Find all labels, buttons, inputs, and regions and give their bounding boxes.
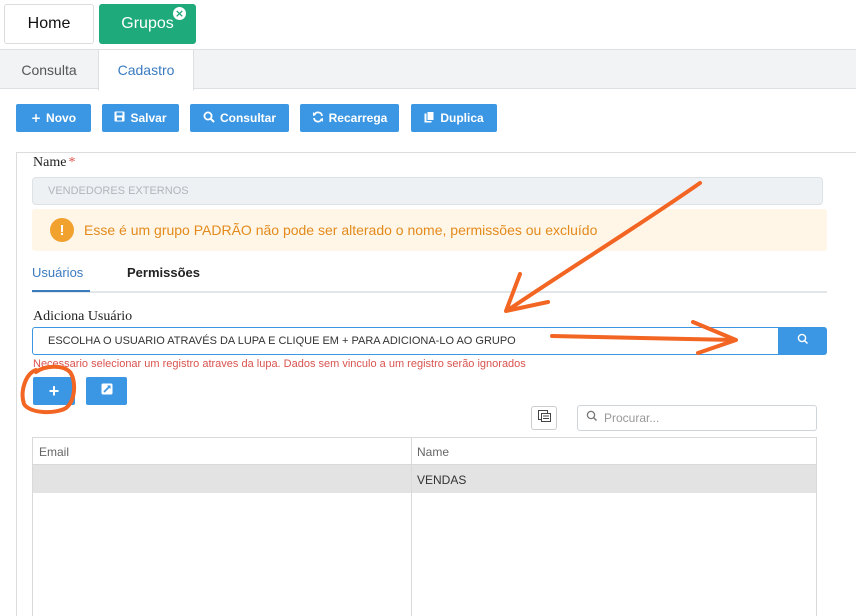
add-user-label: + <box>48 380 60 401</box>
duplica-label: Duplica <box>440 111 484 125</box>
lookup-hint-text: Necessario selecionar um registro atrave… <box>33 358 526 370</box>
tab-consulta[interactable]: Consulta <box>0 49 98 90</box>
name-field-value: VENDEDORES EXTERNOS <box>48 185 189 197</box>
tab-consulta-label: Consulta <box>21 61 77 78</box>
search-icon <box>586 409 598 427</box>
salvar-button[interactable]: Salvar <box>102 104 179 132</box>
warning-text: Esse é um grupo PADRÃO não pode ser alte… <box>84 222 598 238</box>
section-tab-bar: Consulta Cadastro <box>0 49 856 91</box>
edit-icon <box>101 382 113 400</box>
lookup-search-button[interactable] <box>778 327 827 355</box>
novo-label: Novo <box>46 111 77 125</box>
user-lookup-value: ESCOLHA O USUARIO ATRAVÉS DA LUPA E CLIQ… <box>48 335 516 347</box>
consultar-button[interactable]: Consultar <box>190 104 289 132</box>
required-marker: * <box>68 155 76 170</box>
column-header-email[interactable]: Email <box>39 445 69 459</box>
tab-grupos-label: Grupos <box>121 15 174 32</box>
save-icon <box>114 111 125 125</box>
warning-alert: ! Esse é um grupo PADRÃO não pode ser al… <box>32 209 827 251</box>
tab-cadastro[interactable]: Cadastro <box>98 49 194 91</box>
add-user-button[interactable]: + <box>33 377 75 405</box>
tab-usuarios[interactable]: Usuários <box>32 265 90 292</box>
users-grid: Email Name VENDAS <box>32 437 817 616</box>
copy-icon <box>424 110 435 126</box>
tab-permissoes-label: Permissões <box>127 265 200 280</box>
search-icon <box>797 332 809 350</box>
tab-grupos[interactable]: Grupos × <box>99 4 196 44</box>
name-label-text: Name <box>33 155 67 170</box>
name-field[interactable]: VENDEDORES EXTERNOS <box>32 177 823 205</box>
form-tabs: Usuários Permissões <box>32 262 827 293</box>
columns-icon <box>537 409 551 427</box>
grid-search-input[interactable]: Procurar... <box>577 405 817 431</box>
refresh-icon <box>312 111 324 126</box>
search-icon <box>203 111 215 126</box>
app-tab-bar: Home Grupos × <box>0 0 856 48</box>
user-lookup-field[interactable]: ESCOLHA O USUARIO ATRAVÉS DA LUPA E CLIQ… <box>32 327 779 355</box>
consultar-label: Consultar <box>219 111 276 125</box>
name-label: Name * <box>33 155 75 171</box>
tab-permissoes[interactable]: Permissões <box>127 265 200 280</box>
cell-name: VENDAS <box>417 473 467 487</box>
grid-header: Email Name <box>33 438 816 465</box>
recarrega-button[interactable]: Recarrega <box>300 104 399 132</box>
adiciona-usuario-label: Adiciona Usuário <box>33 309 133 324</box>
close-tab-icon[interactable]: × <box>173 7 186 20</box>
column-divider <box>411 438 412 616</box>
edit-button[interactable] <box>86 377 127 405</box>
tab-home[interactable]: Home <box>4 4 94 44</box>
column-toggle-button[interactable] <box>531 406 557 430</box>
recarrega-label: Recarrega <box>328 111 388 125</box>
warning-icon: ! <box>50 218 74 242</box>
novo-button[interactable]: + Novo <box>16 104 91 132</box>
column-header-name[interactable]: Name <box>417 445 449 459</box>
tab-cadastro-label: Cadastro <box>117 62 175 78</box>
plus-icon: + <box>30 111 42 125</box>
salvar-label: Salvar <box>130 111 167 125</box>
grid-search-placeholder: Procurar... <box>604 411 660 425</box>
tab-home-label: Home <box>27 15 71 32</box>
table-row[interactable]: VENDAS <box>33 465 816 493</box>
duplica-button[interactable]: Duplica <box>411 104 497 132</box>
tab-usuarios-label: Usuários <box>32 265 84 280</box>
